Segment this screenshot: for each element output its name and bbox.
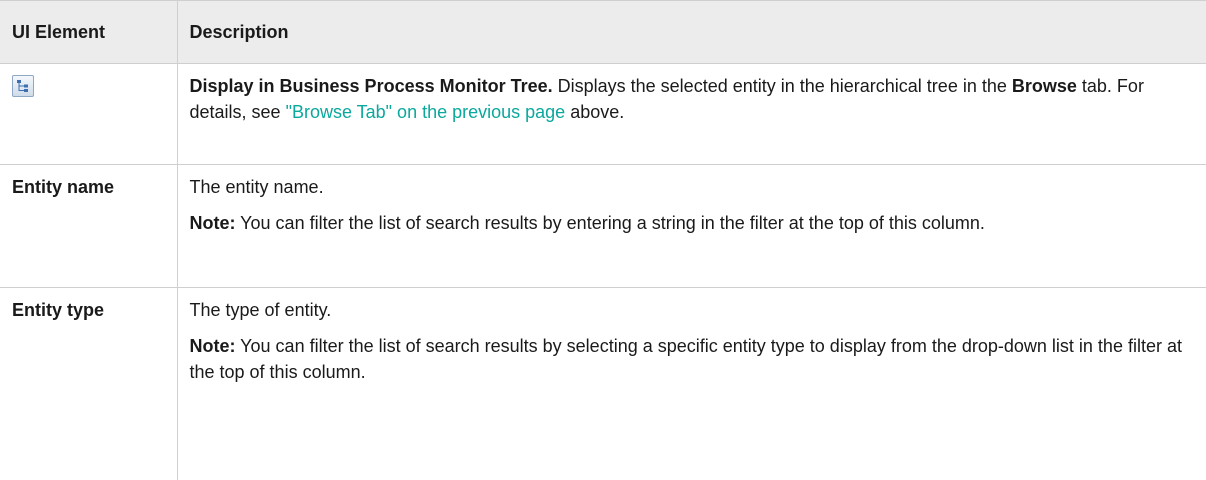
browse-tab-link[interactable]: "Browse Tab" on the previous page	[286, 102, 566, 122]
description-text: The type of entity.	[190, 297, 1193, 323]
column-header-description: Description	[177, 1, 1206, 64]
table-row: Display in Business Process Monitor Tree…	[0, 64, 1206, 165]
ui-element-cell: Entity type	[0, 288, 177, 480]
note-text: Note: You can filter the list of search …	[190, 210, 1193, 236]
ui-element-reference-table: UI Element Description Display in Busine…	[0, 0, 1206, 480]
table-row: Entity name The entity name. Note: You c…	[0, 165, 1206, 288]
table-row: Entity type The type of entity. Note: Yo…	[0, 288, 1206, 480]
ui-element-cell	[0, 64, 177, 165]
note-label: Note:	[190, 213, 236, 233]
browse-tab-term: Browse	[1012, 76, 1077, 96]
note-text: Note: You can filter the list of search …	[190, 333, 1193, 385]
description-cell: The type of entity. Note: You can filter…	[177, 288, 1206, 480]
description-cell: Display in Business Process Monitor Tree…	[177, 64, 1206, 165]
note-label: Note:	[190, 336, 236, 356]
entry-title: Display in Business Process Monitor Tree…	[190, 76, 553, 96]
description-text: Display in Business Process Monitor Tree…	[190, 73, 1193, 125]
table-header-row: UI Element Description	[0, 1, 1206, 64]
ui-element-cell: Entity name	[0, 165, 177, 288]
description-cell: The entity name. Note: You can filter th…	[177, 165, 1206, 288]
tree-hierarchy-icon[interactable]	[12, 75, 34, 97]
column-header-ui-element: UI Element	[0, 1, 177, 64]
description-text: The entity name.	[190, 174, 1193, 200]
